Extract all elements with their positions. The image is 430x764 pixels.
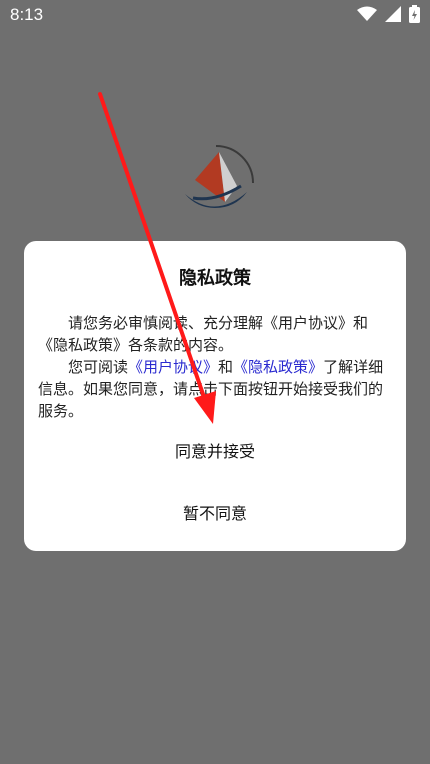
status-time: 8:13	[10, 5, 44, 24]
accept-button[interactable]: 同意并接受	[24, 438, 406, 462]
wifi-icon	[356, 6, 377, 26]
status-bar: 8:13	[0, 0, 430, 32]
signal-icon	[384, 6, 401, 26]
user-agreement-link[interactable]: 《用户协议》	[128, 358, 218, 376]
battery-icon	[409, 5, 420, 27]
privacy-policy-link[interactable]: 《隐私政策》	[233, 358, 323, 376]
privacy-dialog: 隐私政策 请您务必审慎阅读、充分理解《用户协议》和《隐私政策》各条款的内容。 您…	[24, 241, 406, 551]
decline-button[interactable]: 暂不同意	[24, 500, 406, 524]
para2-mid: 和	[218, 358, 234, 376]
status-icons	[354, 5, 420, 25]
dialog-body: 请您务必审慎阅读、充分理解《用户协议》和《隐私政策》各条款的内容。 您可阅读《用…	[38, 312, 394, 422]
app-name	[171, 224, 271, 242]
dialog-paragraph-2: 您可阅读《用户协议》和《隐私政策》了解详细信息。如果您同意，请点击下面按钮开始接…	[38, 356, 394, 422]
dialog-title: 隐私政策	[179, 268, 251, 289]
dialog-paragraph-1: 请您务必审慎阅读、充分理解《用户协议》和《隐私政策》各条款的内容。	[38, 314, 369, 354]
app-logo	[175, 142, 257, 224]
para2-prefix: 您可阅读	[68, 358, 129, 376]
